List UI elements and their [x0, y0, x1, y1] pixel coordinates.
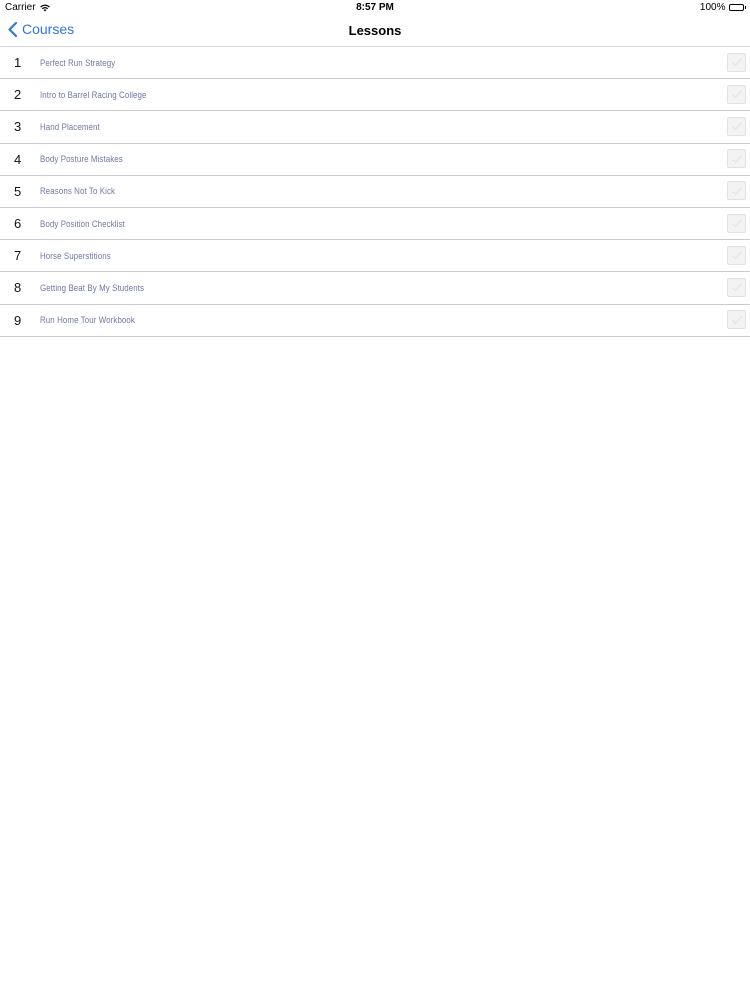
lesson-title: Body Posture Mistakes	[40, 154, 123, 165]
lesson-row[interactable]: 8 Getting Beat By My Students	[0, 272, 750, 305]
lesson-row[interactable]: 7 Horse Superstitions	[0, 240, 750, 273]
page-title: Lessons	[348, 23, 402, 38]
lesson-title: Horse Superstitions	[40, 250, 111, 261]
lesson-number: 8	[14, 280, 22, 296]
checkmark-icon[interactable]	[727, 245, 746, 265]
lesson-row[interactable]: 3 Hand Placement	[0, 111, 750, 144]
battery-icon	[728, 4, 746, 11]
status-right: 100%	[700, 0, 746, 15]
status-time: 8:57 PM	[356, 2, 394, 13]
lesson-list: 1 Perfect Run Strategy 2 Intro to Barrel…	[0, 47, 750, 337]
checkmark-icon[interactable]	[727, 116, 746, 136]
lesson-row[interactable]: 4 Body Posture Mistakes	[0, 144, 750, 176]
lesson-title: Intro to Barrel Racing College	[40, 89, 147, 100]
checkmark-icon[interactable]	[727, 84, 746, 104]
checkmark-icon[interactable]	[727, 213, 746, 233]
lesson-number: 7	[14, 248, 22, 264]
lesson-number: 1	[14, 55, 22, 71]
lesson-row[interactable]: 5 Reasons Not To Kick	[0, 176, 750, 208]
lesson-number: 4	[14, 151, 22, 167]
lesson-row[interactable]: 6 Body Position Checklist	[0, 208, 750, 241]
lesson-number: 5	[14, 183, 22, 199]
lesson-title: Perfect Run Strategy	[40, 57, 116, 68]
lesson-title: Run Home Tour Workbook	[40, 315, 135, 326]
checkmark-icon[interactable]	[727, 52, 746, 72]
lesson-number: 3	[14, 119, 22, 135]
lesson-title: Getting Beat By My Students	[40, 282, 145, 293]
lesson-number: 6	[14, 216, 22, 232]
checkmark-icon[interactable]	[727, 149, 746, 169]
lesson-number: 9	[14, 312, 22, 328]
lesson-row[interactable]: 2 Intro to Barrel Racing College	[0, 79, 750, 112]
lesson-number: 2	[14, 87, 22, 103]
lesson-row[interactable]: 9 Run Home Tour Workbook	[0, 305, 750, 337]
navigation-bar: Courses Lessons	[0, 15, 750, 47]
checkmark-icon[interactable]	[727, 181, 746, 201]
status-bar: Carrier 8:57 PM 100%	[0, 0, 750, 15]
lesson-title: Reasons Not To Kick	[40, 186, 116, 197]
lesson-title: Body Position Checklist	[40, 218, 125, 229]
checkmark-icon[interactable]	[727, 310, 746, 330]
lesson-title: Hand Placement	[40, 121, 100, 132]
battery-percent: 100%	[699, 2, 726, 13]
checkmark-icon[interactable]	[727, 277, 746, 297]
lesson-row[interactable]: 1 Perfect Run Strategy	[0, 47, 750, 80]
